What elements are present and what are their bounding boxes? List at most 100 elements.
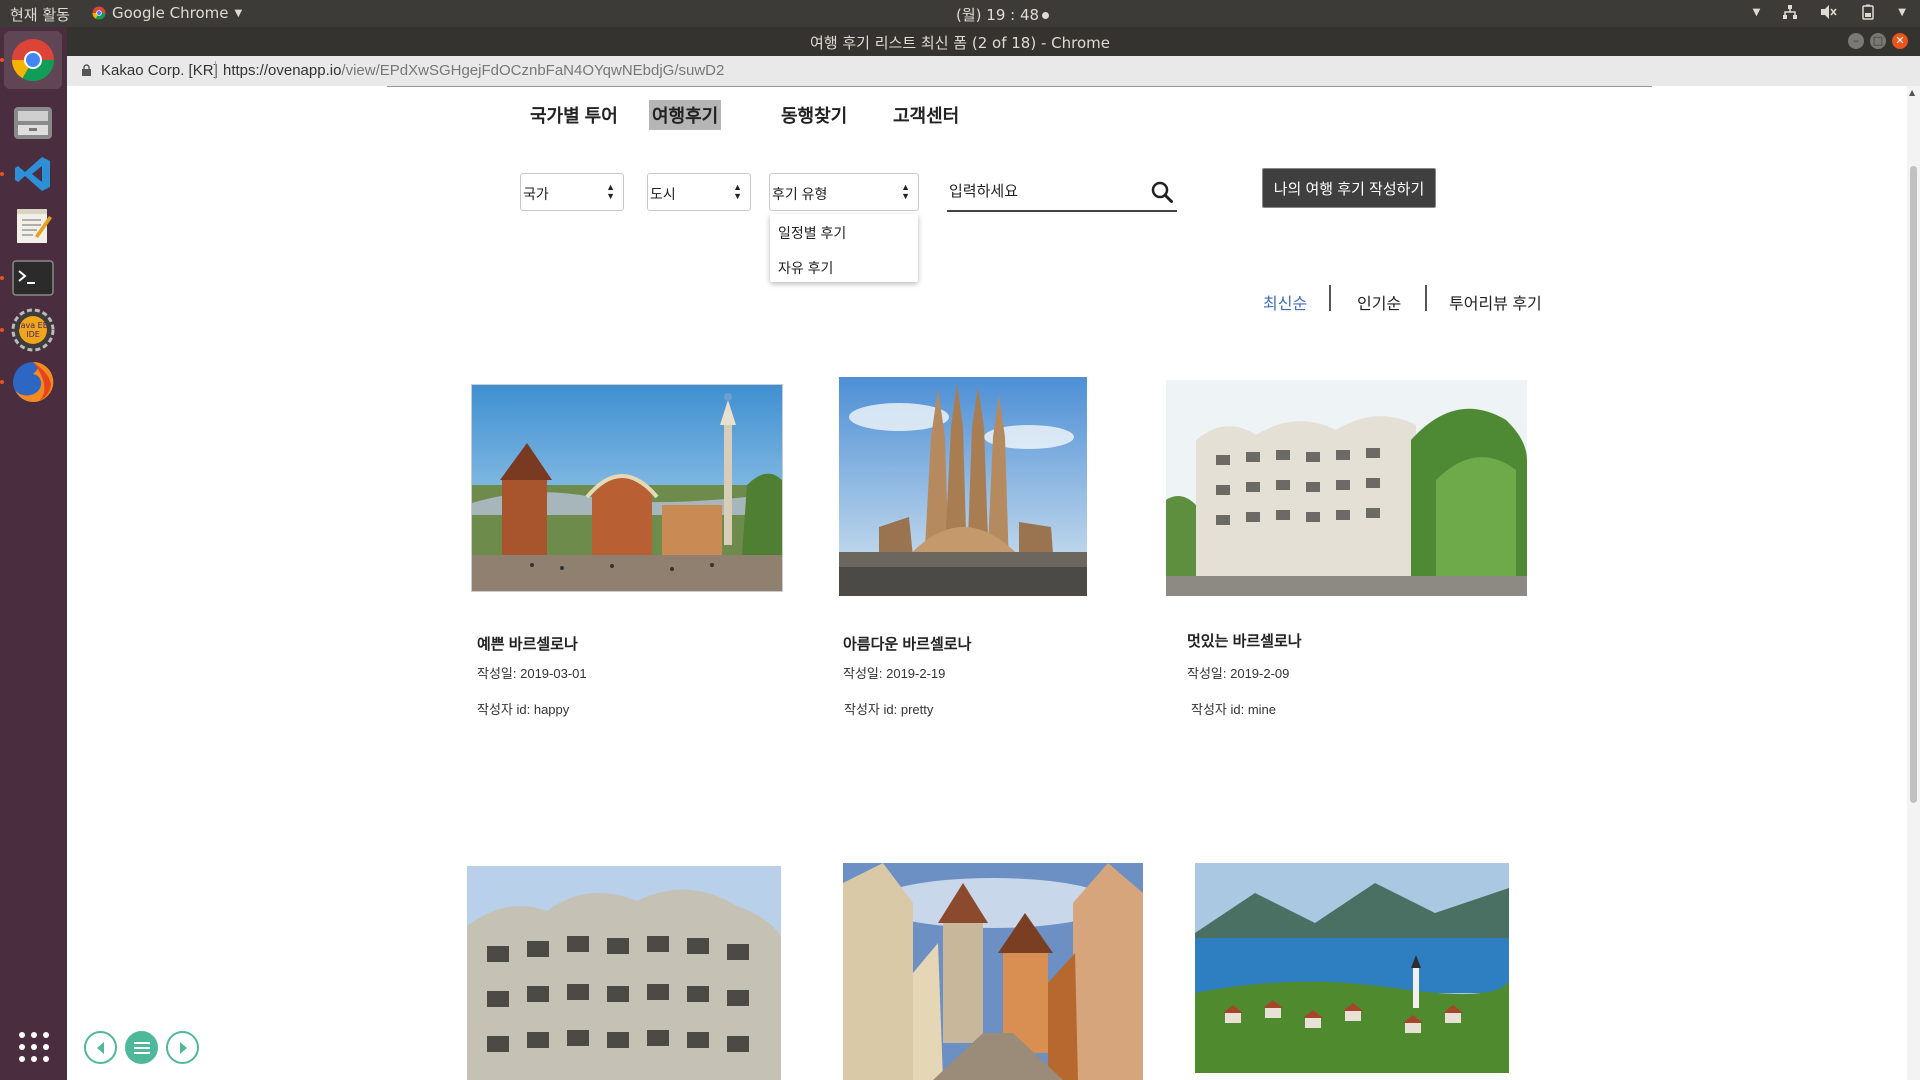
svg-text:Java EE: Java EE <box>17 321 48 330</box>
card-image-rothenburg[interactable] <box>843 863 1143 1080</box>
running-indicator <box>0 58 4 62</box>
maximize-button[interactable]: □ <box>1870 33 1886 49</box>
nav-travel-review[interactable]: 여행후기 <box>649 100 722 130</box>
next-page-button[interactable] <box>166 1031 199 1064</box>
running-indicator <box>0 276 4 280</box>
launcher-files[interactable] <box>4 93 62 151</box>
show-applications-button[interactable] <box>17 1030 51 1064</box>
select-arrows-icon: ▲ ▼ <box>606 182 615 201</box>
url-text[interactable]: https://ovenapp.io/view/EPdXwSGHgejFdOCz… <box>223 62 724 79</box>
chevron-right-icon <box>179 1041 187 1054</box>
sort-divider <box>1329 285 1331 311</box>
chevron-down-icon[interactable]: ▼ <box>1753 7 1761 18</box>
card-date: 작성일: 2019-2-09 <box>1187 666 1290 681</box>
volume-muted-icon[interactable] <box>1820 4 1838 20</box>
close-button[interactable]: ✕ <box>1892 33 1908 49</box>
prev-page-button[interactable] <box>84 1031 117 1064</box>
dropdown-option-free-review[interactable]: 자유 후기 <box>778 258 833 278</box>
card-title[interactable]: 예쁜 바르셀로나 <box>477 633 578 654</box>
nav-customer-center[interactable]: 고객센터 <box>890 100 962 130</box>
card-title[interactable]: 멋있는 바르셀로나 <box>1187 630 1302 651</box>
launcher-terminal[interactable] <box>0 249 62 307</box>
nav-companion[interactable]: 동행찾기 <box>778 100 850 130</box>
dropdown-option-schedule-review[interactable]: 일정별 후기 <box>778 223 846 243</box>
app-grid-icon <box>19 1032 49 1062</box>
clock[interactable]: (월) 19 : 48 <box>956 4 1050 25</box>
card-author: 작성자 id: pretty <box>844 702 934 717</box>
nav-country-tour[interactable]: 국가별 투어 <box>527 100 621 130</box>
vscode-icon <box>15 157 50 191</box>
card-image-sagrada-familia[interactable] <box>839 377 1087 596</box>
notification-dot-icon <box>1042 12 1050 19</box>
window-title: 여행 후기 리스트 최신 폼 (2 of 18) - Chrome <box>810 34 1110 52</box>
launcher-text-editor[interactable] <box>4 197 62 255</box>
card-image-casa-mila-closeup[interactable] <box>467 866 781 1080</box>
sort-divider <box>1425 285 1427 311</box>
search-input[interactable] <box>947 178 1141 204</box>
app-menu-label: Google Chrome <box>112 4 229 22</box>
web-page: 국가별 투어 여행후기 동행찾기 고객센터 국가 ▲ ▼ 도시 ▲ ▼ 후기 유형 … <box>67 86 1920 1080</box>
lock-icon[interactable] <box>81 64 92 77</box>
menu-icon <box>133 1041 150 1054</box>
running-indicator <box>0 380 4 384</box>
write-review-button[interactable]: 나의 여행 후기 작성하기 <box>1262 168 1436 208</box>
sort-tour-review[interactable]: 투어리뷰 후기 <box>1449 290 1542 314</box>
launcher-chrome[interactable] <box>0 31 62 89</box>
scroll-up-arrow-icon[interactable]: ▲ <box>1909 88 1915 97</box>
clock-label: (월) 19 : 48 <box>956 6 1040 24</box>
review-type-select[interactable]: 후기 유형 ▲ ▼ <box>769 173 919 211</box>
top-panel: 현재 활동 Google Chrome ▼ (월) 19 : 48 ▼ ▼ <box>0 0 1920 27</box>
sort-latest[interactable]: 최신순 <box>1263 290 1307 314</box>
launcher-dock: Java EE IDE <box>0 27 67 1080</box>
header-divider <box>387 86 1652 87</box>
address-bar[interactable]: Kakao Corp. [KR] https://ovenapp.io/view… <box>67 56 1920 87</box>
launcher-eclipse-javaee[interactable]: Java EE IDE <box>0 301 62 359</box>
city-select-value: 도시 <box>650 186 676 202</box>
url-path: /view/EPdXwSGHgejFdOCznbFaN4OYqwNEbdjG/s… <box>341 62 725 79</box>
terminal-icon <box>12 260 54 296</box>
files-icon <box>14 107 52 139</box>
url-host: https://ovenapp.io <box>223 62 342 79</box>
app-menu[interactable]: Google Chrome ▼ <box>92 4 242 22</box>
presentation-controls <box>84 1031 199 1064</box>
country-select[interactable]: 국가 ▲ ▼ <box>520 173 624 211</box>
search-icon[interactable] <box>1151 181 1173 203</box>
card-author: 작성자 id: mine <box>1191 702 1277 717</box>
search-box <box>947 176 1177 212</box>
city-select[interactable]: 도시 ▲ ▼ <box>647 173 751 211</box>
country-select-value: 국가 <box>523 186 549 202</box>
minimize-button[interactable]: – <box>1848 33 1864 49</box>
window-title-bar[interactable]: 여행 후기 리스트 최신 폼 (2 of 18) - Chrome – □ ✕ <box>0 27 1920 56</box>
sort-popular[interactable]: 인기순 <box>1357 290 1401 314</box>
running-indicator <box>0 328 4 332</box>
card-date: 작성일: 2019-2-19 <box>843 666 946 681</box>
site-owner[interactable]: Kakao Corp. [KR] <box>101 62 218 79</box>
address-separator <box>215 61 216 79</box>
chrome-small-icon <box>92 6 106 20</box>
card-author: 작성자 id: happy <box>477 702 570 717</box>
eclipse-ide-icon: Java EEIDE <box>11 308 55 352</box>
page-scrollbar[interactable]: ▲ <box>1907 86 1920 1080</box>
chevron-down-icon: ▼ <box>234 7 243 19</box>
launcher-firefox[interactable] <box>0 353 62 411</box>
network-icon[interactable] <box>1782 4 1798 20</box>
card-image-park-guell[interactable] <box>471 384 783 592</box>
select-arrows-icon: ▲ ▼ <box>733 182 742 201</box>
card-image-lake-village[interactable] <box>1195 863 1509 1073</box>
chevron-down-icon[interactable]: ▼ <box>1898 7 1906 18</box>
scrollbar-thumb[interactable] <box>1910 166 1917 803</box>
svg-text:IDE: IDE <box>26 330 40 339</box>
review-type-dropdown: 일정별 후기 자유 후기 <box>770 214 918 282</box>
activities-button[interactable]: 현재 활동 <box>10 4 70 25</box>
firefox-icon <box>13 361 54 402</box>
card-image-casa-mila[interactable] <box>1166 380 1527 596</box>
text-editor-icon <box>17 209 52 243</box>
battery-icon[interactable] <box>1860 4 1876 20</box>
card-date: 작성일: 2019-03-01 <box>477 666 587 681</box>
select-arrows-icon: ▲ ▼ <box>901 182 910 201</box>
page-menu-button[interactable] <box>125 1031 158 1064</box>
chrome-icon <box>11 39 55 82</box>
card-title[interactable]: 아름다운 바르셀로나 <box>843 633 971 654</box>
running-indicator <box>0 172 4 176</box>
launcher-vscode[interactable] <box>0 145 62 203</box>
